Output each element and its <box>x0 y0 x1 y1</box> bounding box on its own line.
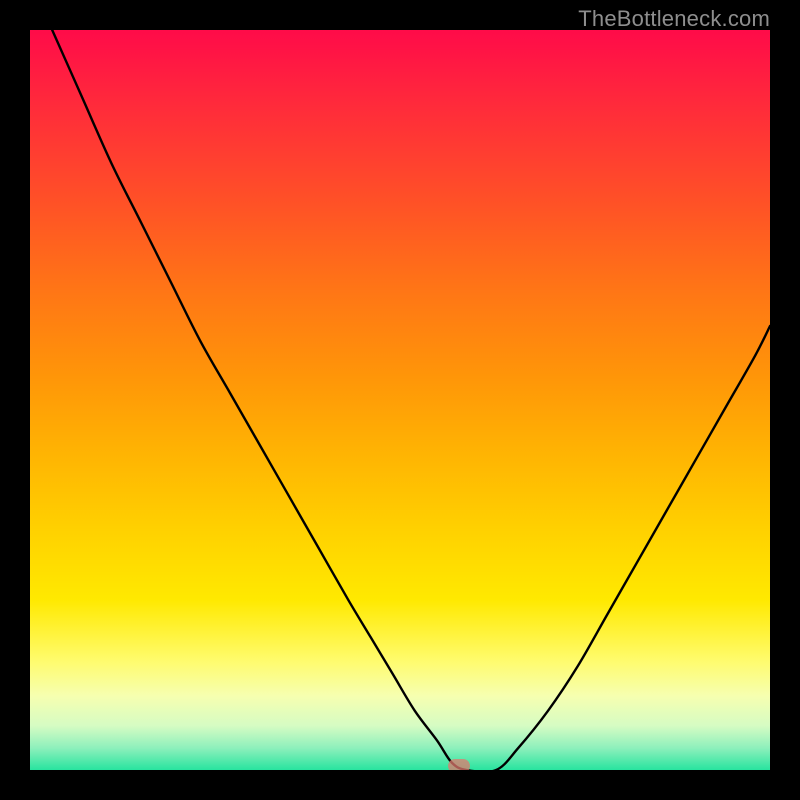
minimum-marker <box>448 759 470 770</box>
brand-watermark: TheBottleneck.com <box>578 6 770 32</box>
bottleneck-curve <box>30 30 770 770</box>
plot-area <box>30 30 770 770</box>
chart-stage: TheBottleneck.com <box>0 0 800 800</box>
